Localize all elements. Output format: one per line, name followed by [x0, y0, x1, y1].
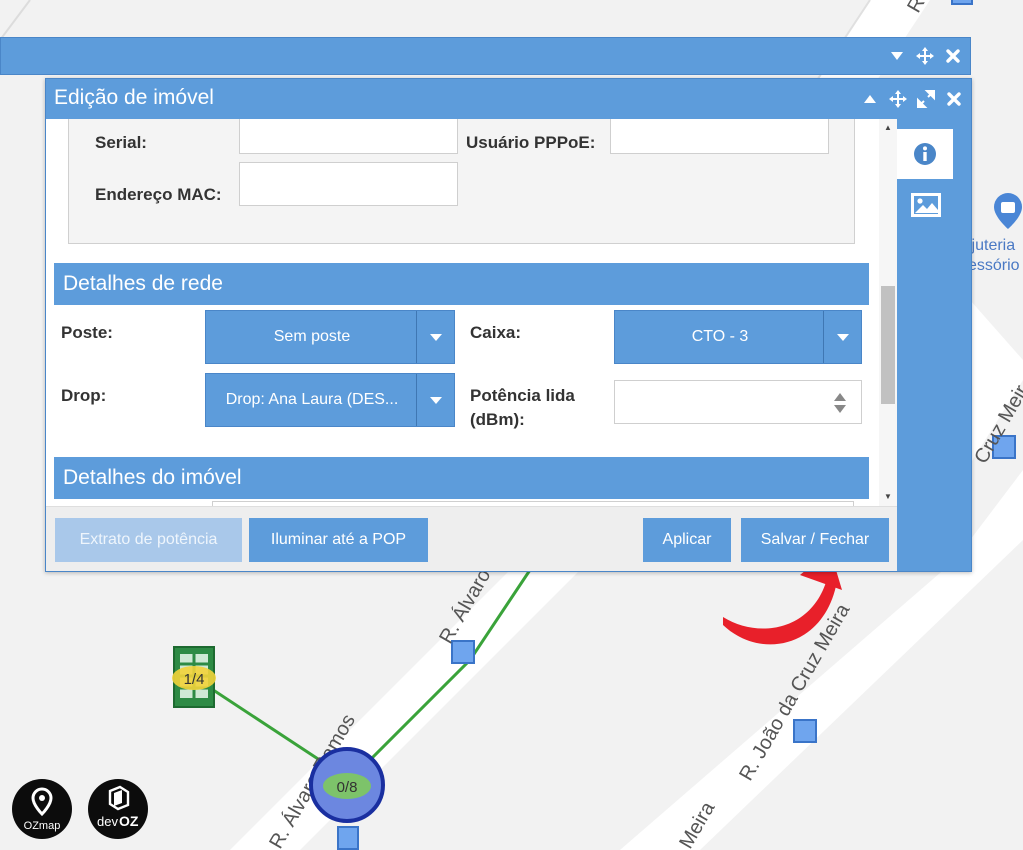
network-details-header[interactable]: Detalhes de rede — [54, 263, 869, 305]
drop-select[interactable]: Drop: Ana Laura (DES... — [205, 373, 455, 427]
close-icon[interactable] — [944, 47, 962, 65]
drop-select-value: Drop: Ana Laura (DES... — [225, 391, 399, 408]
outer-window-header — [0, 37, 971, 75]
chevron-up-icon[interactable] — [861, 90, 879, 108]
cube-icon: dev OZ — [97, 785, 139, 829]
chevron-down-icon[interactable] — [888, 47, 906, 65]
close-icon[interactable] — [945, 90, 963, 108]
move-icon[interactable] — [916, 47, 934, 65]
potencia-label-line2: (dBm): — [470, 410, 525, 429]
tab-info[interactable] — [897, 129, 953, 179]
poste-label: Poste: — [61, 323, 113, 342]
poi-label: ijuteria essório — [968, 236, 1020, 276]
devoz-logo-prefix: dev — [97, 814, 118, 829]
edit-property-dialog: Edição de imóvel Serial: Usuário PPPoE: … — [45, 78, 972, 572]
caixa-select-value: CTO - 3 — [691, 328, 749, 345]
square-marker — [337, 826, 359, 850]
iluminar-pop-button[interactable]: Iluminar até a POP — [249, 518, 428, 562]
dialog-footer: Extrato de potência Iluminar até a POP A… — [46, 506, 897, 571]
square-marker — [793, 719, 817, 743]
chevron-down-icon — [823, 311, 861, 363]
caixa-label: Caixa: — [470, 323, 522, 342]
salvar-fechar-button[interactable]: Salvar / Fechar — [741, 518, 889, 562]
drop-label: Drop: — [61, 386, 107, 405]
dialog-title: Edição de imóvel — [54, 86, 214, 109]
extrato-potencia-button[interactable]: Extrato de potência — [55, 518, 242, 562]
ozmap-logo: OZmap — [12, 779, 72, 839]
chevron-down-icon — [416, 374, 454, 426]
poste-select[interactable]: Sem poste — [205, 310, 455, 364]
device-fieldset: Serial: Usuário PPPoE: Endereço MAC: — [68, 119, 855, 244]
poi-label-line: ijuteria — [968, 237, 1016, 254]
side-tabs — [897, 119, 971, 571]
dialog-header[interactable]: Edição de imóvel — [46, 79, 971, 119]
pppoe-label: Usuário PPPoE: — [466, 133, 596, 152]
scroll-down-icon[interactable]: ▼ — [884, 492, 892, 501]
square-marker — [951, 0, 973, 5]
devoz-logo: dev OZ — [88, 779, 148, 839]
map-pin-icon: OZmap — [24, 787, 61, 832]
dialog-scrollbar[interactable]: ▲ ▼ — [879, 119, 897, 506]
potencia-label-line1: Potência lida — [470, 386, 575, 405]
scrollbar-thumb[interactable] — [881, 286, 895, 404]
cto-port-count: 0/8 — [337, 779, 358, 796]
dialog-form: Serial: Usuário PPPoE: Endereço MAC: Det… — [46, 119, 879, 544]
poste-select-value: Sem poste — [273, 328, 351, 345]
serial-input[interactable] — [239, 119, 458, 154]
tab-image[interactable] — [910, 191, 942, 219]
move-icon[interactable] — [889, 90, 907, 108]
spinner-icon[interactable] — [833, 391, 847, 415]
poi-label-line: essório — [968, 257, 1020, 274]
building-port-count: 1/4 — [184, 671, 205, 688]
scroll-up-icon[interactable]: ▲ — [884, 123, 892, 132]
info-icon — [914, 143, 936, 165]
mac-input[interactable] — [239, 162, 458, 206]
property-details-header[interactable]: Detalhes do imóvel — [54, 457, 869, 499]
expand-icon[interactable] — [917, 90, 935, 108]
devoz-logo-suffix: OZ — [119, 813, 139, 829]
image-icon — [911, 193, 941, 217]
chevron-down-icon — [416, 311, 454, 363]
caixa-select[interactable]: CTO - 3 — [614, 310, 862, 364]
ozmap-logo-text: OZmap — [24, 820, 61, 832]
aplicar-button[interactable]: Aplicar — [643, 518, 731, 562]
potencia-input[interactable] — [614, 380, 862, 424]
mac-label: Endereço MAC: — [95, 185, 222, 204]
pppoe-input[interactable] — [610, 119, 829, 154]
serial-label: Serial: — [95, 133, 147, 152]
